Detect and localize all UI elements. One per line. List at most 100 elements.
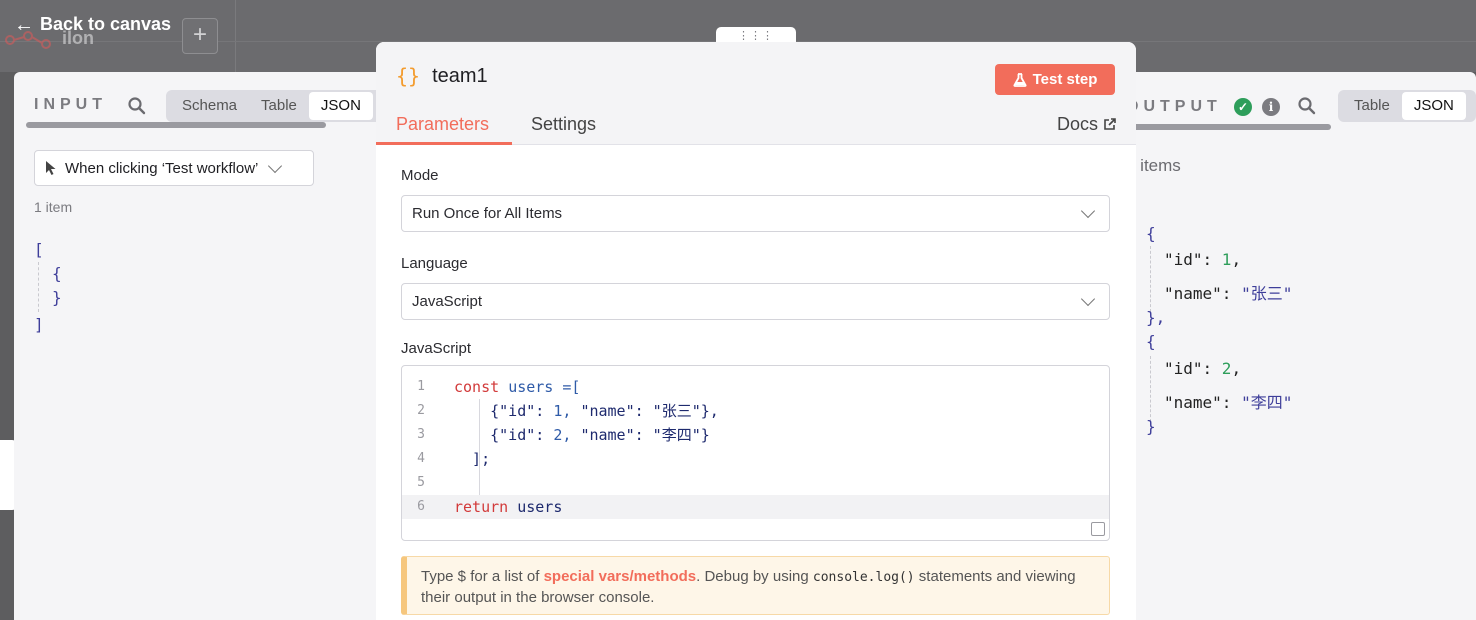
code-token: =[: [562, 378, 581, 396]
test-step-button[interactable]: Test step: [995, 64, 1115, 95]
chevron-down-icon: [268, 158, 283, 173]
output-json-brace: },: [1146, 308, 1166, 327]
code-braces-icon: {}: [396, 64, 421, 88]
active-tab-indicator: [376, 142, 512, 145]
code-text: ];: [454, 447, 490, 471]
code-text: {"id": 2, "name": "李四"}: [454, 423, 710, 447]
tab-json[interactable]: JSON: [1401, 92, 1466, 120]
external-link-icon: [1104, 118, 1116, 130]
output-view-tabs: Table JSON: [1338, 90, 1476, 122]
line-number: 3: [417, 427, 425, 442]
output-panel: OUTPUT ✓ i Table JSON 2 items { "id": 1,…: [1126, 72, 1476, 620]
language-label: Language: [401, 255, 468, 272]
add-node-button[interactable]: +: [182, 18, 218, 54]
node-header: {} team1 Test step Parameters Settings D…: [376, 42, 1136, 145]
input-json-brace: }: [52, 288, 62, 307]
info-icon[interactable]: i: [1262, 98, 1280, 116]
docs-label: Docs: [1056, 114, 1098, 134]
success-check-icon: ✓: [1234, 98, 1252, 116]
horizontal-scrollbar[interactable]: [1126, 124, 1331, 130]
code-label: JavaScript: [401, 340, 472, 357]
node-title: {} team1: [396, 64, 488, 88]
output-json-row: "name": "李四": [1164, 393, 1293, 412]
trigger-node-label: When clicking ‘Test workflow’: [65, 159, 259, 177]
tab-parameters[interactable]: Parameters: [396, 114, 489, 135]
code-line[interactable]: 5: [402, 471, 1109, 495]
line-number: 2: [417, 403, 425, 418]
code-token: {"id":: [454, 402, 554, 420]
grip-icon: ⋮⋮⋮: [738, 30, 774, 42]
output-name-value: "张三": [1241, 284, 1293, 303]
code-token: {"id":: [454, 426, 554, 444]
output-json-row: "name": "张三": [1164, 284, 1293, 303]
mode-select[interactable]: Run Once for All Items: [401, 195, 1110, 232]
hint-middle: . Debug by using: [696, 568, 813, 585]
language-select[interactable]: JavaScript: [401, 283, 1110, 320]
line-number: 4: [417, 451, 425, 466]
input-json-open: [: [34, 240, 44, 259]
node-settings-panel: {} team1 Test step Parameters Settings D…: [376, 42, 1136, 620]
back-to-canvas-label: Back to canvas: [40, 14, 172, 34]
tab-settings[interactable]: Settings: [531, 114, 596, 135]
arrow-left-icon: ←: [14, 13, 34, 36]
hint-code: console.log(): [812, 570, 915, 585]
line-number: 1: [417, 379, 425, 394]
input-panel: INPUT Schema Table JSON When clicking ‘T…: [14, 72, 394, 620]
output-json-row: "id": 2,: [1164, 359, 1242, 378]
input-json-brace: {: [52, 264, 62, 283]
code-token: ];: [454, 450, 491, 468]
output-json-row: "id": 1,: [1164, 250, 1242, 269]
tab-table[interactable]: Table: [249, 92, 309, 120]
special-vars-link[interactable]: special vars/methods: [544, 568, 697, 585]
code-token: return: [454, 498, 518, 516]
code-text: return users: [454, 495, 562, 519]
back-to-canvas-button[interactable]: ← Back to canvas: [14, 14, 171, 35]
chevron-down-icon: [1080, 203, 1096, 219]
output-json-brace: {: [1146, 332, 1156, 351]
code-line[interactable]: 4 ];: [402, 447, 1109, 471]
search-icon[interactable]: [128, 97, 146, 115]
json-indent-guide: [38, 262, 39, 312]
resize-handle-icon[interactable]: [1091, 522, 1105, 536]
docs-link[interactable]: Docs: [1057, 114, 1116, 135]
output-json-brace: }: [1146, 417, 1156, 436]
plus-icon: +: [192, 21, 207, 48]
code-editor[interactable]: 6 return users 5 4 ]; 3 {"id": 2, "name": "李…: [401, 365, 1110, 541]
code-token: users: [508, 378, 563, 396]
search-icon[interactable]: [1298, 97, 1316, 115]
code-hint-notice: Type $ for a list of special vars/method…: [401, 556, 1110, 615]
json-indent-guide: [1150, 356, 1151, 422]
code-token: users: [517, 498, 563, 516]
mode-value: Run Once for All Items: [412, 205, 563, 222]
output-id-value: 2: [1221, 359, 1232, 378]
code-line[interactable]: 1 const users =[: [402, 375, 1109, 399]
json-indent-guide: [1150, 246, 1151, 312]
hint-prefix: Type $ for a list of: [421, 568, 544, 585]
tab-table[interactable]: Table: [1342, 92, 1402, 120]
trigger-node-select[interactable]: When clicking ‘Test workflow’: [34, 150, 314, 186]
code-text: const users =[: [454, 375, 580, 399]
input-json-close: ]: [34, 315, 44, 334]
chevron-down-icon: [1080, 291, 1096, 307]
horizontal-scrollbar[interactable]: [26, 122, 326, 128]
canvas-grid-line: [235, 0, 236, 72]
code-token: ,: [562, 426, 581, 444]
code-text: {"id": 1, "name": "张三"},: [454, 399, 719, 423]
language-value: JavaScript: [412, 293, 483, 310]
node-name[interactable]: team1: [432, 65, 488, 88]
code-line[interactable]: 6 return users: [402, 495, 1109, 519]
code-token: "name": "李四"}: [580, 426, 710, 444]
code-token: ,: [562, 402, 581, 420]
code-line[interactable]: 2 {"id": 1, "name": "张三"},: [402, 399, 1109, 423]
code-indent-guide: [479, 399, 480, 495]
line-number: 6: [417, 499, 425, 514]
input-panel-header: INPUT Schema Table JSON: [14, 72, 394, 122]
tab-schema[interactable]: Schema: [170, 92, 249, 120]
line-number: 5: [417, 475, 425, 490]
code-line[interactable]: 3 {"id": 2, "name": "李四"}: [402, 423, 1109, 447]
input-view-tabs: Schema Table JSON: [166, 90, 394, 122]
output-title: OUTPUT: [1126, 98, 1222, 115]
tab-json[interactable]: JSON: [308, 92, 373, 120]
cursor-icon: [46, 161, 56, 175]
output-id-value: 1: [1221, 250, 1232, 269]
